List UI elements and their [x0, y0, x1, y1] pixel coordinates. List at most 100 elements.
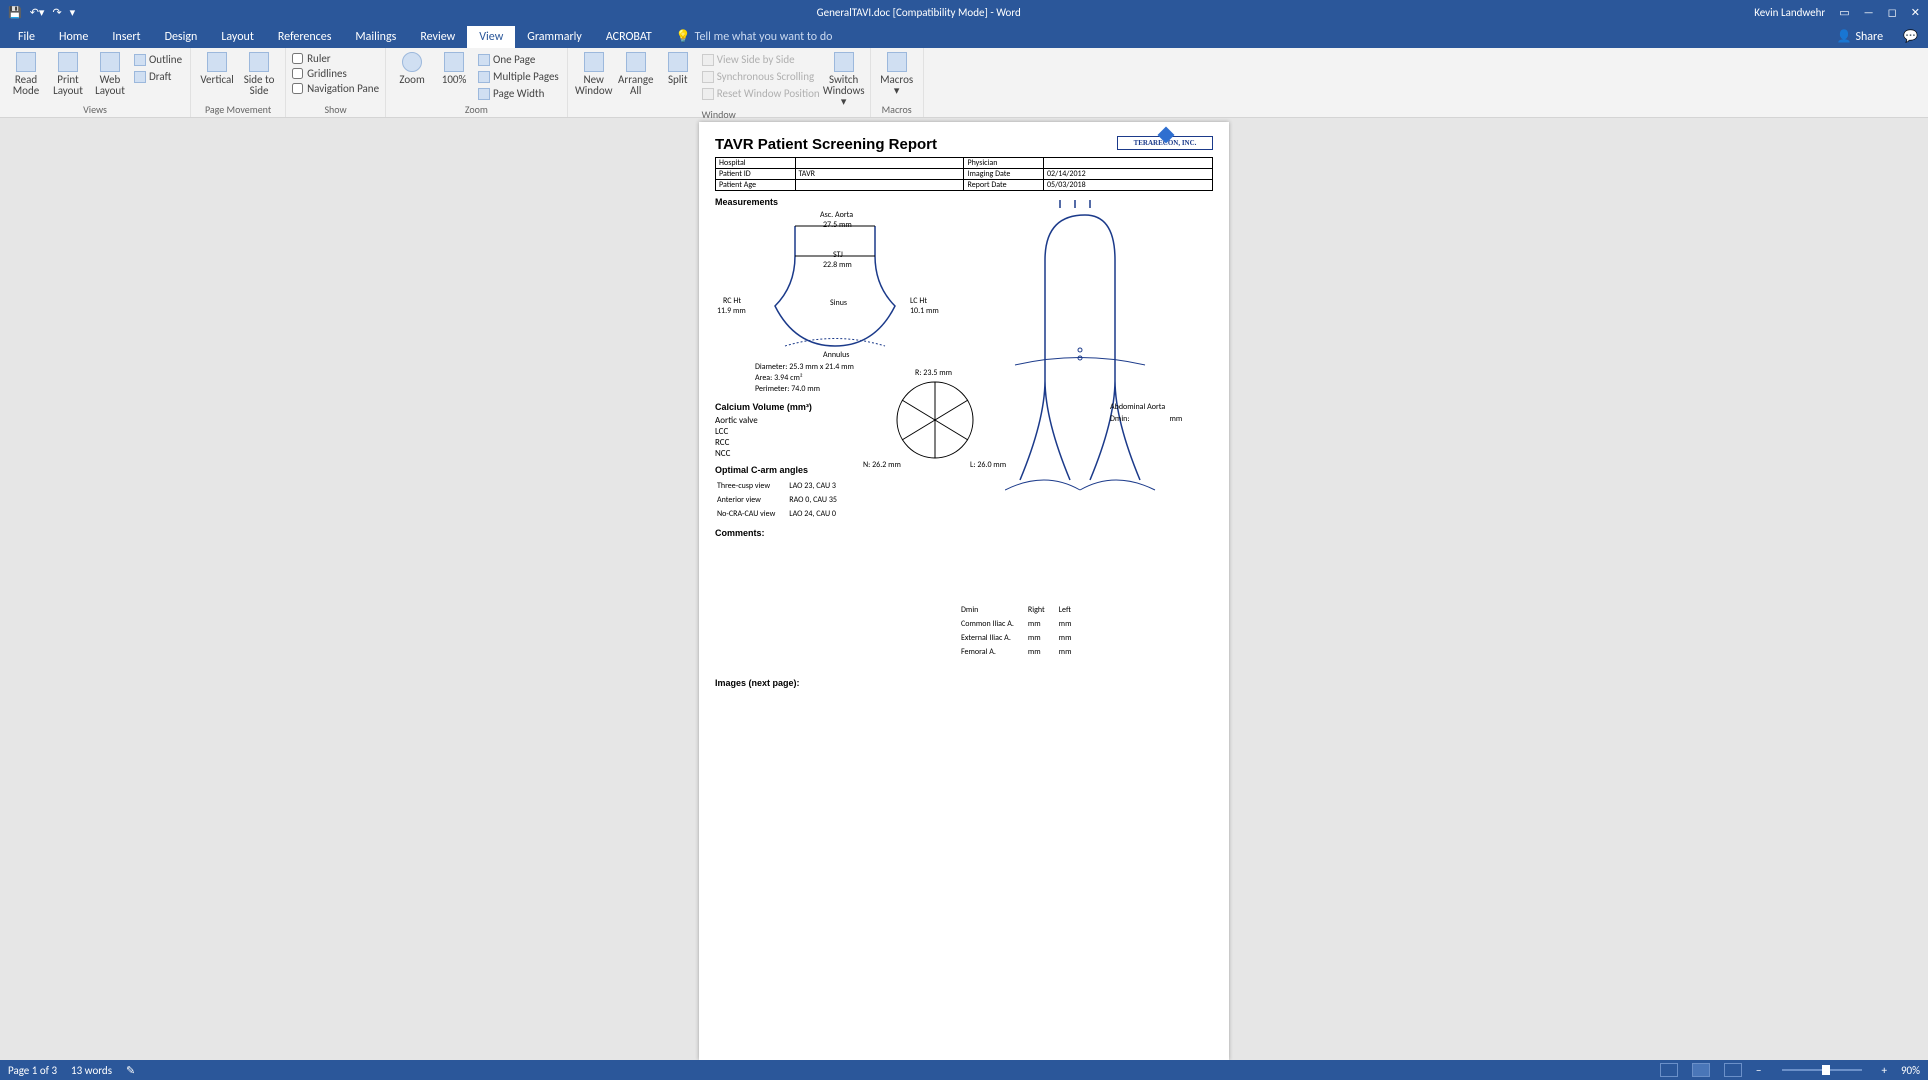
close-icon[interactable]: ✕ [1911, 6, 1920, 19]
tab-design[interactable]: Design [153, 26, 210, 48]
tab-layout[interactable]: Layout [209, 26, 266, 48]
redo-icon[interactable]: ↷ [52, 6, 61, 19]
zoom-100-button[interactable]: 100% [434, 50, 474, 102]
print-layout-button[interactable]: Print Layout [48, 50, 88, 102]
ribbon-tabs: File Home Insert Design Layout Reference… [0, 24, 1928, 48]
read-mode-button[interactable]: Read Mode [6, 50, 46, 102]
tab-file[interactable]: File [6, 26, 47, 48]
ci-right: mm [1028, 618, 1057, 630]
spellcheck-icon[interactable]: ✎ [126, 1064, 135, 1077]
split-button[interactable]: Split [658, 50, 698, 107]
dmin-unit: mm [1170, 414, 1183, 424]
zoom-slider[interactable] [1782, 1069, 1862, 1071]
share-button[interactable]: 👤 Share [1827, 25, 1894, 48]
zoom-slider-thumb[interactable] [1822, 1065, 1830, 1075]
print-layout-view-button[interactable] [1692, 1063, 1710, 1077]
annulus-label: Annulus [823, 350, 849, 360]
rc-ht-value: 11.9 mm [717, 306, 746, 316]
tab-review[interactable]: Review [408, 26, 467, 48]
window-title: GeneralTAVI.doc [Compatibility Mode] - W… [83, 6, 1754, 19]
tab-view[interactable]: View [467, 26, 515, 48]
ei-left: mm [1059, 632, 1084, 644]
external-iliac-label: External Iliac A. [961, 632, 1026, 644]
document-workspace[interactable]: TAVR Patient Screening Report TERARECON,… [0, 118, 1928, 1060]
vessel-dmin-label: Dmin [961, 604, 1026, 616]
tab-insert[interactable]: Insert [100, 26, 152, 48]
ruler-checkbox[interactable]: Ruler [292, 52, 379, 65]
share-label: Share [1855, 30, 1883, 44]
terarecon-logo: TERARECON, INC. [1117, 136, 1213, 150]
zoom-out-button[interactable]: − [1756, 1064, 1761, 1077]
group-zoom: Zoom 100% One Page Multiple Pages Page W… [386, 48, 568, 117]
group-page-movement: Vertical Side to Side Page Movement [191, 48, 286, 117]
zoom-button[interactable]: Zoom [392, 50, 432, 102]
n-cusp-value: N: 26.2 mm [863, 460, 901, 470]
print-layout-icon [58, 52, 78, 72]
lc-ht-label: LC Ht [910, 296, 927, 306]
lc-ht-value: 10.1 mm [910, 306, 939, 316]
maximize-icon[interactable]: ◻ [1888, 6, 1897, 19]
imaging-label: Imaging Date [964, 169, 1044, 180]
arrange-all-icon [626, 52, 646, 72]
l-cusp-value: L: 26.0 mm [970, 460, 1006, 470]
vertical-button[interactable]: Vertical [197, 50, 237, 102]
ribbon-display-icon[interactable]: ▭ [1839, 6, 1849, 19]
view-side-by-side-button: View Side by Side [700, 52, 822, 67]
patientid-value: TAVR [795, 169, 964, 180]
tab-acrobat[interactable]: ACROBAT [594, 26, 664, 48]
undo-icon[interactable]: ↶▾ [30, 6, 45, 19]
patientage-label: Patient Age [716, 180, 796, 191]
reset-window-button: Reset Window Position [700, 86, 822, 101]
group-label: Macros [877, 102, 917, 117]
qat-customize-icon[interactable]: ▾ [70, 6, 76, 19]
patientid-label: Patient ID [716, 169, 796, 180]
imaging-value: 02/14/2012 [1044, 169, 1213, 180]
arrange-all-button[interactable]: Arrange All [616, 50, 656, 107]
switch-windows-icon [834, 52, 854, 72]
word-count[interactable]: 13 words [71, 1064, 112, 1077]
tab-home[interactable]: Home [47, 26, 100, 48]
femoral-label: Femoral A. [961, 646, 1026, 658]
perimeter-value: 74.0 mm [791, 384, 820, 394]
tab-grammarly[interactable]: Grammarly [515, 26, 594, 48]
tell-me-search[interactable]: 💡 Tell me what you want to do [664, 29, 845, 48]
web-layout-button[interactable]: Web Layout [90, 50, 130, 102]
group-label: Page Movement [197, 102, 279, 117]
group-window: New Window Arrange All Split View Side b… [568, 48, 871, 117]
page-width-icon [478, 88, 490, 100]
tab-references[interactable]: References [266, 26, 344, 48]
side-to-side-icon [249, 52, 269, 72]
side-to-side-button[interactable]: Side to Side [239, 50, 279, 102]
valve-cusp-schematic [885, 370, 985, 470]
gridlines-checkbox[interactable]: Gridlines [292, 67, 379, 80]
web-layout-view-button[interactable] [1724, 1063, 1742, 1077]
nav-pane-checkbox[interactable]: Navigation Pane [292, 82, 379, 95]
outline-button[interactable]: Outline [132, 52, 184, 67]
zoom-level[interactable]: 90% [1901, 1064, 1920, 1077]
status-bar: Page 1 of 3 13 words ✎ − + 90% [0, 1060, 1928, 1080]
nocracau-value: LAO 24, CAU 0 [789, 508, 849, 520]
zoom-in-button[interactable]: + [1882, 1064, 1887, 1077]
group-show: Ruler Gridlines Navigation Pane Show [286, 48, 386, 117]
draft-button[interactable]: Draft [132, 69, 184, 84]
document-page: TAVR Patient Screening Report TERARECON,… [699, 122, 1229, 1060]
save-icon[interactable]: 💾 [8, 6, 22, 19]
comments-button[interactable]: 💬 [1893, 25, 1928, 48]
dmin-label: Dmin: [1110, 414, 1130, 424]
multi-page-button[interactable]: Multiple Pages [476, 69, 561, 84]
comments-heading: Comments: [715, 528, 1213, 538]
tab-mailings[interactable]: Mailings [343, 26, 408, 48]
read-mode-view-button[interactable] [1660, 1063, 1678, 1077]
new-window-icon [584, 52, 604, 72]
switch-windows-button[interactable]: Switch Windows ▾ [824, 50, 864, 107]
draft-icon [134, 71, 146, 83]
one-page-button[interactable]: One Page [476, 52, 561, 67]
page-count[interactable]: Page 1 of 3 [8, 1064, 57, 1077]
sync-scroll-button: Synchronous Scrolling [700, 69, 822, 84]
macros-button[interactable]: Macros ▾ [877, 50, 917, 102]
page-width-button[interactable]: Page Width [476, 86, 561, 101]
group-views: Read Mode Print Layout Web Layout Outlin… [0, 48, 191, 117]
new-window-button[interactable]: New Window [574, 50, 614, 107]
hospital-value [795, 158, 964, 169]
minimize-icon[interactable]: — [1864, 6, 1874, 19]
